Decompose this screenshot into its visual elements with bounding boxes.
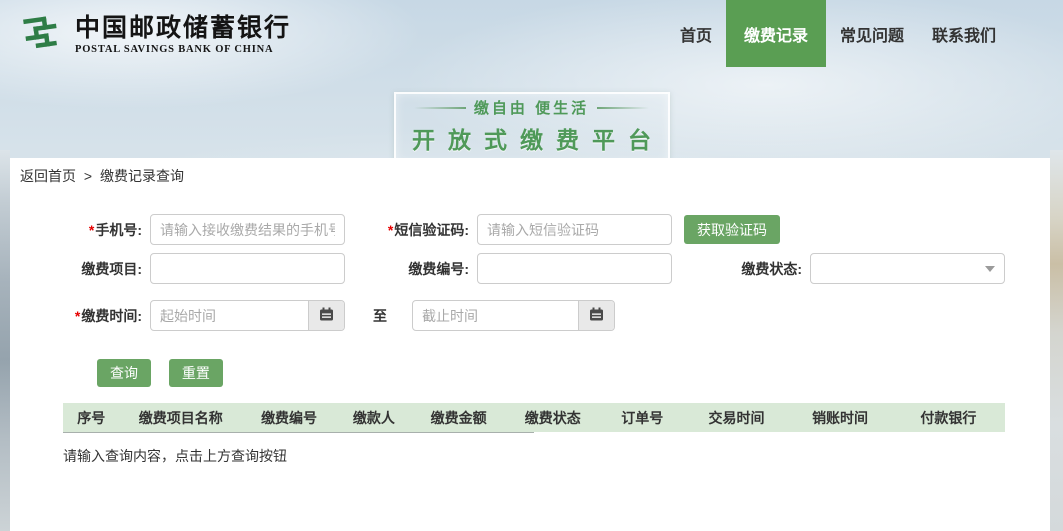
nav-item-home[interactable]: 首页 [666, 0, 726, 67]
breadcrumb: 返回首页 > 缴费记录查询 [20, 166, 1050, 186]
bank-name-chinese: 中国邮政储蓄银行 [75, 15, 291, 43]
banner-slogan: 缴自由 便生活 [474, 97, 589, 118]
query-button[interactable]: 查询 [97, 359, 151, 387]
banner-box: 缴自由 便生活 开放式缴费平台 [394, 92, 670, 165]
empty-state-message: 请输入查询内容，点击上方查询按钮 [63, 446, 1005, 466]
sms-code-label-text: 短信验证码: [394, 222, 469, 238]
banner-title: 开放式缴费平台 [396, 121, 668, 155]
results-table: 序号 缴费项目名称 缴费编号 缴款人 缴费金额 缴费状态 订单号 交易时间 销账… [63, 403, 1005, 466]
content-panel: 返回首页 > 缴费记录查询 *手机号: *短信验证码: 获取验证码 缴费项目: [10, 158, 1050, 531]
required-mark: * [89, 222, 94, 238]
column-header-paying-bank: 付款银行 [892, 408, 1005, 428]
time-label: *缴费时间: [10, 306, 150, 326]
project-field-wrap [150, 253, 345, 284]
site-header: 中国邮政储蓄银行 POSTAL SAVINGS BANK OF CHINA 首页… [0, 0, 1063, 67]
column-header-payer: 缴款人 [336, 408, 411, 428]
breadcrumb-current: 缴费记录查询 [100, 168, 184, 184]
column-header-payment-no: 缴费编号 [242, 408, 336, 428]
time-range-separator: 至 [373, 306, 387, 326]
payment-no-field-wrap [477, 253, 672, 284]
column-header-trade-time: 交易时间 [685, 408, 789, 428]
chevron-down-icon [985, 266, 995, 272]
bank-name-english: POSTAL SAVINGS BANK OF CHINA [75, 44, 291, 55]
phone-label-text: 手机号: [95, 222, 142, 238]
column-header-index: 序号 [63, 408, 120, 428]
nav-item-payment-records[interactable]: 缴费记录 [726, 0, 826, 67]
main-nav: 首页 缴费记录 常见问题 联系我们 [666, 0, 1010, 67]
slogan-line-right [597, 107, 649, 109]
nav-item-contact-us[interactable]: 联系我们 [918, 0, 1010, 67]
sms-code-field-wrap [477, 214, 672, 245]
query-form: *手机号: *短信验证码: 获取验证码 缴费项目: 缴费编号: [10, 214, 1050, 387]
payment-status-select[interactable] [810, 253, 1005, 284]
calendar-icon [589, 307, 604, 324]
column-header-amount: 缴费金额 [412, 408, 506, 428]
hero-banner: 缴自由 便生活 开放式缴费平台 [0, 67, 1063, 150]
column-header-settle-time: 销账时间 [788, 408, 892, 428]
form-row-2: 缴费项目: 缴费编号: 缴费状态: [10, 253, 1050, 284]
table-header-row: 序号 缴费项目名称 缴费编号 缴款人 缴费金额 缴费状态 订单号 交易时间 销账… [63, 403, 1005, 432]
bank-logo-text: 中国邮政储蓄银行 POSTAL SAVINGS BANK OF CHINA [75, 15, 291, 55]
background-city-image-left [0, 150, 10, 531]
breadcrumb-separator: > [84, 168, 92, 184]
column-header-status: 缴费状态 [506, 408, 600, 428]
start-time-field-wrap [150, 300, 345, 331]
calendar-icon [319, 307, 334, 324]
slogan-line-left [414, 107, 466, 109]
phone-field-wrap [150, 214, 345, 245]
phone-input[interactable] [151, 215, 344, 244]
page-background: 中国邮政储蓄银行 POSTAL SAVINGS BANK OF CHINA 首页… [0, 0, 1063, 531]
end-time-calendar-button[interactable] [578, 301, 614, 330]
start-time-calendar-button[interactable] [308, 301, 344, 330]
end-time-input[interactable] [413, 301, 578, 330]
payment-no-input[interactable] [478, 254, 671, 283]
get-code-button[interactable]: 获取验证码 [684, 215, 780, 244]
sms-code-input[interactable] [478, 215, 671, 244]
required-mark: * [388, 222, 393, 238]
phone-label: *手机号: [10, 220, 150, 240]
form-actions: 查询 重置 [97, 359, 1050, 387]
bank-emblem-icon [20, 9, 66, 60]
column-header-project-name: 缴费项目名称 [120, 408, 242, 428]
form-row-1: *手机号: *短信验证码: 获取验证码 [10, 214, 1050, 245]
nav-item-faq[interactable]: 常见问题 [826, 0, 918, 67]
banner-slogan-row: 缴自由 便生活 [396, 97, 668, 118]
project-label: 缴费项目: [10, 259, 150, 279]
bank-logo: 中国邮政储蓄银行 POSTAL SAVINGS BANK OF CHINA [20, 9, 291, 60]
column-header-order-no: 订单号 [600, 408, 685, 428]
required-mark: * [75, 308, 80, 324]
project-input[interactable] [151, 254, 344, 283]
form-row-3: *缴费时间: [10, 300, 1050, 331]
end-time-field-wrap [412, 300, 615, 331]
reset-button[interactable]: 重置 [169, 359, 223, 387]
payment-no-label: 缴费编号: [345, 259, 477, 279]
status-label: 缴费状态: [672, 259, 810, 279]
start-time-input[interactable] [151, 301, 308, 330]
sms-code-label: *短信验证码: [345, 220, 477, 240]
table-divider [63, 432, 534, 433]
breadcrumb-back-link[interactable]: 返回首页 [20, 168, 76, 184]
time-label-text: 缴费时间: [81, 308, 142, 324]
background-city-image-right [1050, 150, 1063, 531]
